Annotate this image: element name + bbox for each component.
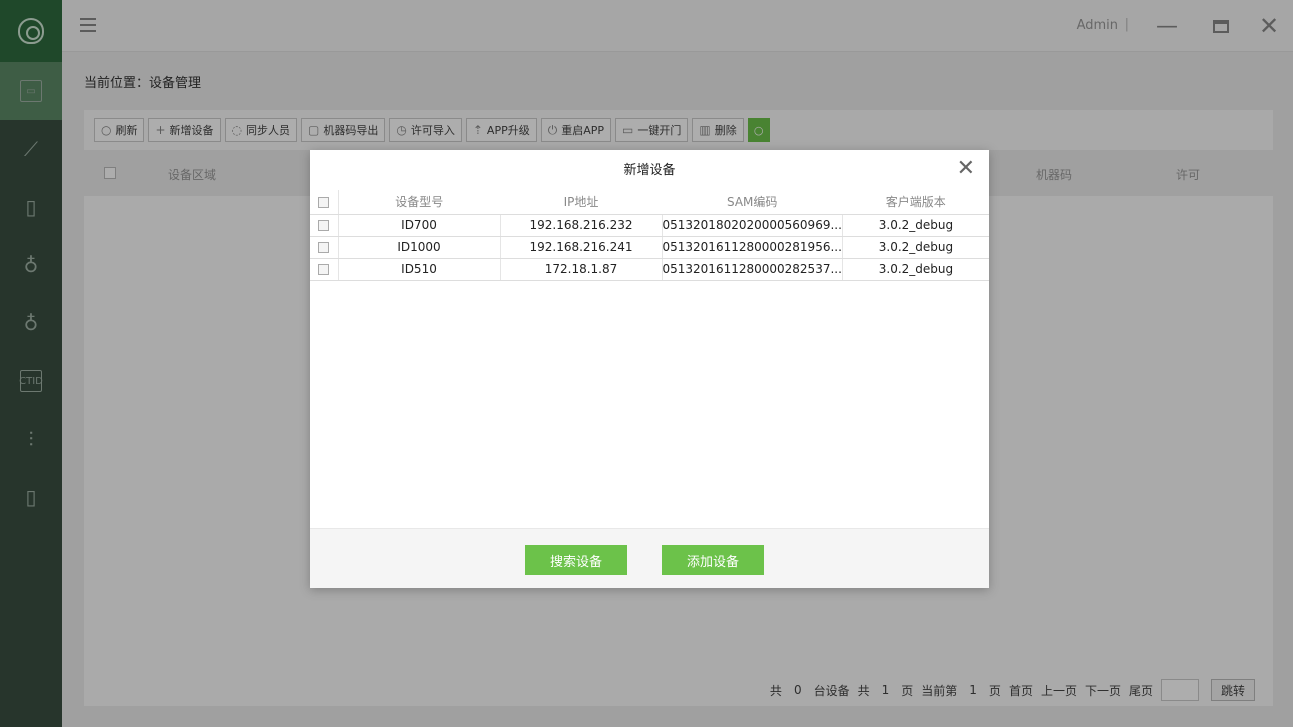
cell-version: 3.0.2_debug xyxy=(842,258,989,281)
table-row[interactable]: ID700 192.168.216.232 051320180202000056… xyxy=(310,214,989,237)
table-header-row: 设备型号 IP地址 SAM编码 客户端版本 xyxy=(310,190,989,215)
column-sam: SAM编码 xyxy=(662,190,843,215)
column-version: 客户端版本 xyxy=(842,190,989,215)
cell-model: ID700 xyxy=(338,214,501,237)
search-devices-button[interactable]: 搜索设备 xyxy=(525,545,627,575)
cell-model: ID1000 xyxy=(338,236,501,259)
cell-ip: 192.168.216.241 xyxy=(500,236,663,259)
row-checkbox[interactable] xyxy=(318,264,330,275)
cell-model: ID510 xyxy=(338,258,501,281)
select-all-devices-checkbox[interactable] xyxy=(318,196,330,208)
cell-sam: 0513201802020000560969... xyxy=(662,214,843,237)
dialog-title: 新增设备 xyxy=(623,163,676,178)
table-row[interactable]: ID1000 192.168.216.241 05132016112800002… xyxy=(310,236,989,259)
cell-version: 3.0.2_debug xyxy=(842,214,989,237)
cell-ip: 172.18.1.87 xyxy=(500,258,663,281)
cell-ip: 192.168.216.232 xyxy=(500,214,663,237)
table-row[interactable]: ID510 172.18.1.87 0513201611280000282537… xyxy=(310,258,989,281)
column-model: 设备型号 xyxy=(338,190,500,215)
row-checkbox[interactable] xyxy=(318,220,330,231)
add-devices-button[interactable]: 添加设备 xyxy=(662,545,764,575)
discovered-devices-table: 设备型号 IP地址 SAM编码 客户端版本 ID700 192.168.216.… xyxy=(310,190,989,281)
cell-sam: 0513201611280000281956... xyxy=(662,236,843,259)
dialog-footer: 搜索设备 添加设备 xyxy=(310,528,989,588)
cell-version: 3.0.2_debug xyxy=(842,236,989,259)
cell-sam: 0513201611280000282537... xyxy=(662,258,843,281)
row-checkbox-cell xyxy=(310,258,339,281)
column-ip: IP地址 xyxy=(500,190,662,215)
row-checkbox-cell xyxy=(310,236,339,259)
row-checkbox[interactable] xyxy=(318,242,330,253)
add-device-dialog: 新增设备 ✕ 设备型号 IP地址 SAM编码 客户端版本 ID700 192.1… xyxy=(310,150,989,588)
header-checkbox-cell xyxy=(310,190,339,215)
dialog-close-icon[interactable]: ✕ xyxy=(957,158,975,180)
row-checkbox-cell xyxy=(310,214,339,237)
